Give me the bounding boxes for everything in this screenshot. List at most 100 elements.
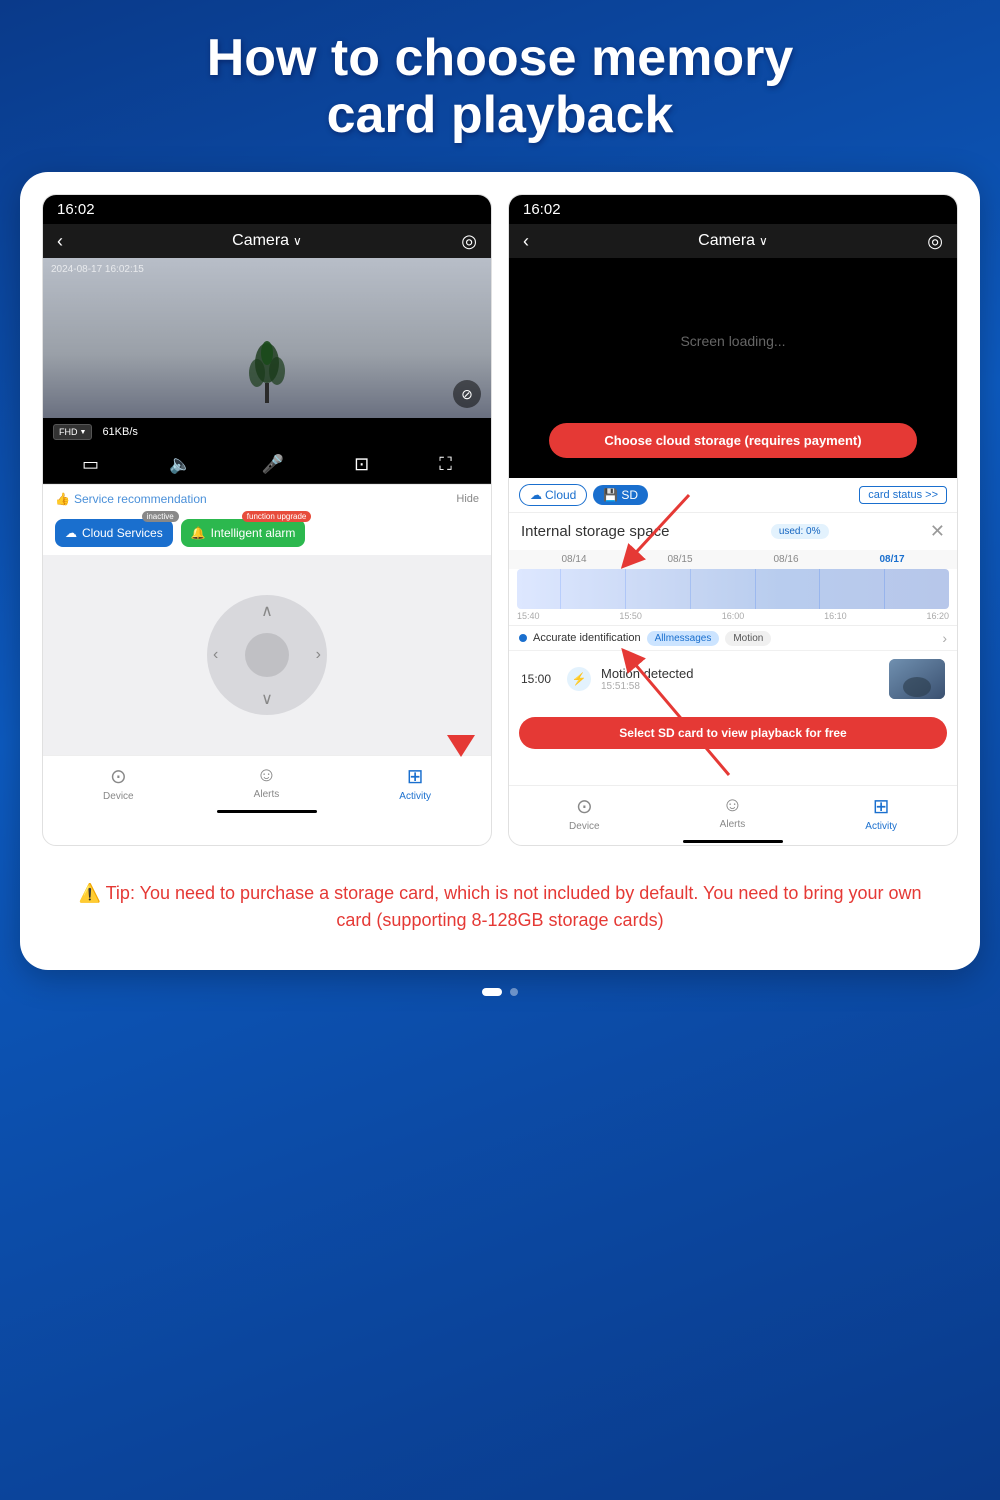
cloud-tab-icon: ☁ (530, 488, 542, 502)
nav-alerts-left[interactable]: ☺ Alerts (254, 764, 280, 802)
chevron-down-icon: ∨ (293, 234, 302, 248)
nav-bar-line-left (217, 810, 317, 813)
event-row: 15:00 ⚡ Motion detected 15:51:58 (509, 650, 957, 707)
timeline-bar[interactable] (517, 569, 949, 609)
device-icon: ⊙ (110, 764, 127, 789)
sd-callout-area: Select SD card to view playback for free (509, 707, 957, 777)
nav-device-right[interactable]: ⊙ Device (569, 794, 600, 832)
left-bottom-nav: ⊙ Device ☺ Alerts ⊞ Activity (43, 755, 491, 806)
camera-timestamp: 2024-08-17 16:02:15 (51, 264, 144, 275)
event-dot: ⚡ (567, 667, 591, 691)
video-icon[interactable]: ▭ (82, 454, 99, 475)
right-bottom-nav: ⊙ Device ☺ Alerts ⊞ Activity (509, 785, 957, 836)
left-nav-bar: ‹ Camera ∨ ◎ (43, 224, 491, 258)
alarm-icon: 🔔 (191, 526, 206, 540)
dpad-up[interactable]: ∧ (261, 601, 273, 621)
dropdown-arrow: ▼ (80, 429, 87, 436)
right-activity-icon: ⊞ (873, 794, 890, 819)
fhd-badge[interactable]: FHD ▼ (53, 424, 92, 440)
nav-bar-line-right (683, 840, 783, 843)
right-back-icon[interactable]: ‹ (523, 231, 529, 252)
service-rec-bar: 👍 Service recommendation Hide (43, 484, 491, 513)
dpad-center[interactable] (245, 633, 289, 677)
screens-row: 16:02 ‹ Camera ∨ ◎ 2024-08-17 16:02:15 (42, 194, 958, 846)
date-0815[interactable]: 08/15 (667, 554, 692, 565)
tl-1540: 15:40 (517, 611, 540, 621)
dot-1[interactable] (482, 988, 502, 996)
date-0816[interactable]: 08/16 (773, 554, 798, 565)
hide-button[interactable]: Hide (456, 493, 479, 505)
nav-activity-right[interactable]: ⊞ Activity (865, 794, 897, 832)
date-0817[interactable]: 08/17 (879, 554, 904, 565)
filter-messages-button[interactable]: Allmessages (647, 631, 720, 646)
crop-icon[interactable]: ⊡ (354, 454, 369, 475)
right-camera-label: Camera ∨ (698, 232, 768, 250)
mic-icon[interactable]: 🎤 (262, 454, 284, 475)
right-settings-icon[interactable]: ◎ (927, 231, 943, 252)
warning-icon: ⚠️ (79, 883, 101, 903)
tl-1600: 16:00 (722, 611, 745, 621)
activity-icon: ⊞ (407, 764, 424, 789)
event-thumbnail[interactable] (889, 659, 945, 699)
dot-2[interactable] (510, 988, 518, 996)
nav-activity-left[interactable]: ⊞ Activity (399, 764, 431, 802)
tip-text: ⚠️ Tip: You need to purchase a storage c… (62, 880, 938, 934)
cloud-icon: ☁ (65, 526, 77, 540)
back-icon[interactable]: ‹ (57, 231, 63, 252)
filter-row: Accurate identification Allmessages Moti… (509, 625, 957, 650)
loading-text: Screen loading... (509, 258, 957, 423)
filter-more-icon[interactable]: › (942, 630, 947, 646)
tl-1550: 15:50 (619, 611, 642, 621)
cloud-services-button[interactable]: inactive ☁ Cloud Services (55, 519, 173, 547)
nav-alerts-right[interactable]: ☺ Alerts (720, 794, 746, 832)
nav-device-left[interactable]: ⊙ Device (103, 764, 134, 802)
used-badge: used: 0% (771, 524, 829, 539)
dpad-left[interactable]: ‹ (213, 646, 218, 664)
right-status-bar: 16:02 (509, 195, 957, 224)
black-video-area: Screen loading... Choose cloud storage (… (509, 258, 957, 478)
inactive-badge: inactive (142, 511, 179, 522)
date-0814[interactable]: 08/14 (561, 554, 586, 565)
camera-controls-bar: FHD ▼ 61KB/s (43, 418, 491, 446)
settings-icon[interactable]: ◎ (461, 231, 477, 252)
left-status-bar: 16:02 (43, 195, 491, 224)
card-status-button[interactable]: card status >> (859, 486, 947, 504)
service-rec-label: 👍 Service recommendation (55, 492, 207, 506)
filter-icon[interactable]: ⊘ (453, 380, 481, 408)
tl-1620: 16:20 (926, 611, 949, 621)
accurate-id-label: Accurate identification (533, 632, 641, 644)
timeline-dates: 08/14 08/15 08/16 08/17 (509, 550, 957, 569)
sd-tab-icon: 💾 (603, 488, 618, 502)
tl-1610: 16:10 (824, 611, 847, 621)
dpad-down[interactable]: ∨ (261, 689, 273, 709)
cloud-storage-cta-button[interactable]: Choose cloud storage (requires payment) (549, 423, 917, 458)
timeline-labels: 15:40 15:50 16:00 16:10 16:20 (509, 609, 957, 625)
camera-bottom-icons: ▭ 🔈 🎤 ⊡ ⛶ (43, 446, 491, 484)
service-buttons: inactive ☁ Cloud Services function upgra… (43, 513, 491, 555)
storage-header: Internal storage space used: 0% ✕ (509, 513, 957, 550)
cloud-tab[interactable]: ☁ Cloud (519, 484, 587, 506)
filter-dot-icon (519, 634, 527, 642)
camera-plant (237, 323, 297, 408)
left-time: 16:02 (57, 201, 95, 218)
fullscreen-icon[interactable]: ⛶ (439, 454, 452, 475)
thumbs-up-icon: 👍 (55, 492, 70, 506)
main-card: 16:02 ‹ Camera ∨ ◎ 2024-08-17 16:02:15 (20, 172, 980, 970)
page-title: How to choose memory card playback (20, 30, 980, 144)
right-device-icon: ⊙ (576, 794, 593, 819)
dpad-right[interactable]: › (316, 646, 321, 664)
tip-section: ⚠️ Tip: You need to purchase a storage c… (42, 866, 958, 948)
dpad[interactable]: ∧ ∨ ‹ › (207, 595, 327, 715)
right-time: 16:02 (523, 201, 561, 218)
left-phone-screen: 16:02 ‹ Camera ∨ ◎ 2024-08-17 16:02:15 (42, 194, 492, 846)
intelligent-alarm-button[interactable]: function upgrade 🔔 Intelligent alarm (181, 519, 306, 547)
right-alerts-icon: ☺ (722, 794, 742, 817)
page-dots (482, 988, 518, 996)
close-button[interactable]: ✕ (930, 521, 945, 542)
alerts-icon: ☺ (256, 764, 276, 787)
upgrade-badge: function upgrade (242, 511, 312, 522)
right-phone-screen: 16:02 ‹ Camera ∨ ◎ Screen loading... Cho… (508, 194, 958, 846)
filter-motion-button[interactable]: Motion (725, 631, 771, 646)
sd-tab[interactable]: 💾 SD (593, 485, 648, 505)
speaker-icon[interactable]: 🔈 (169, 454, 191, 475)
